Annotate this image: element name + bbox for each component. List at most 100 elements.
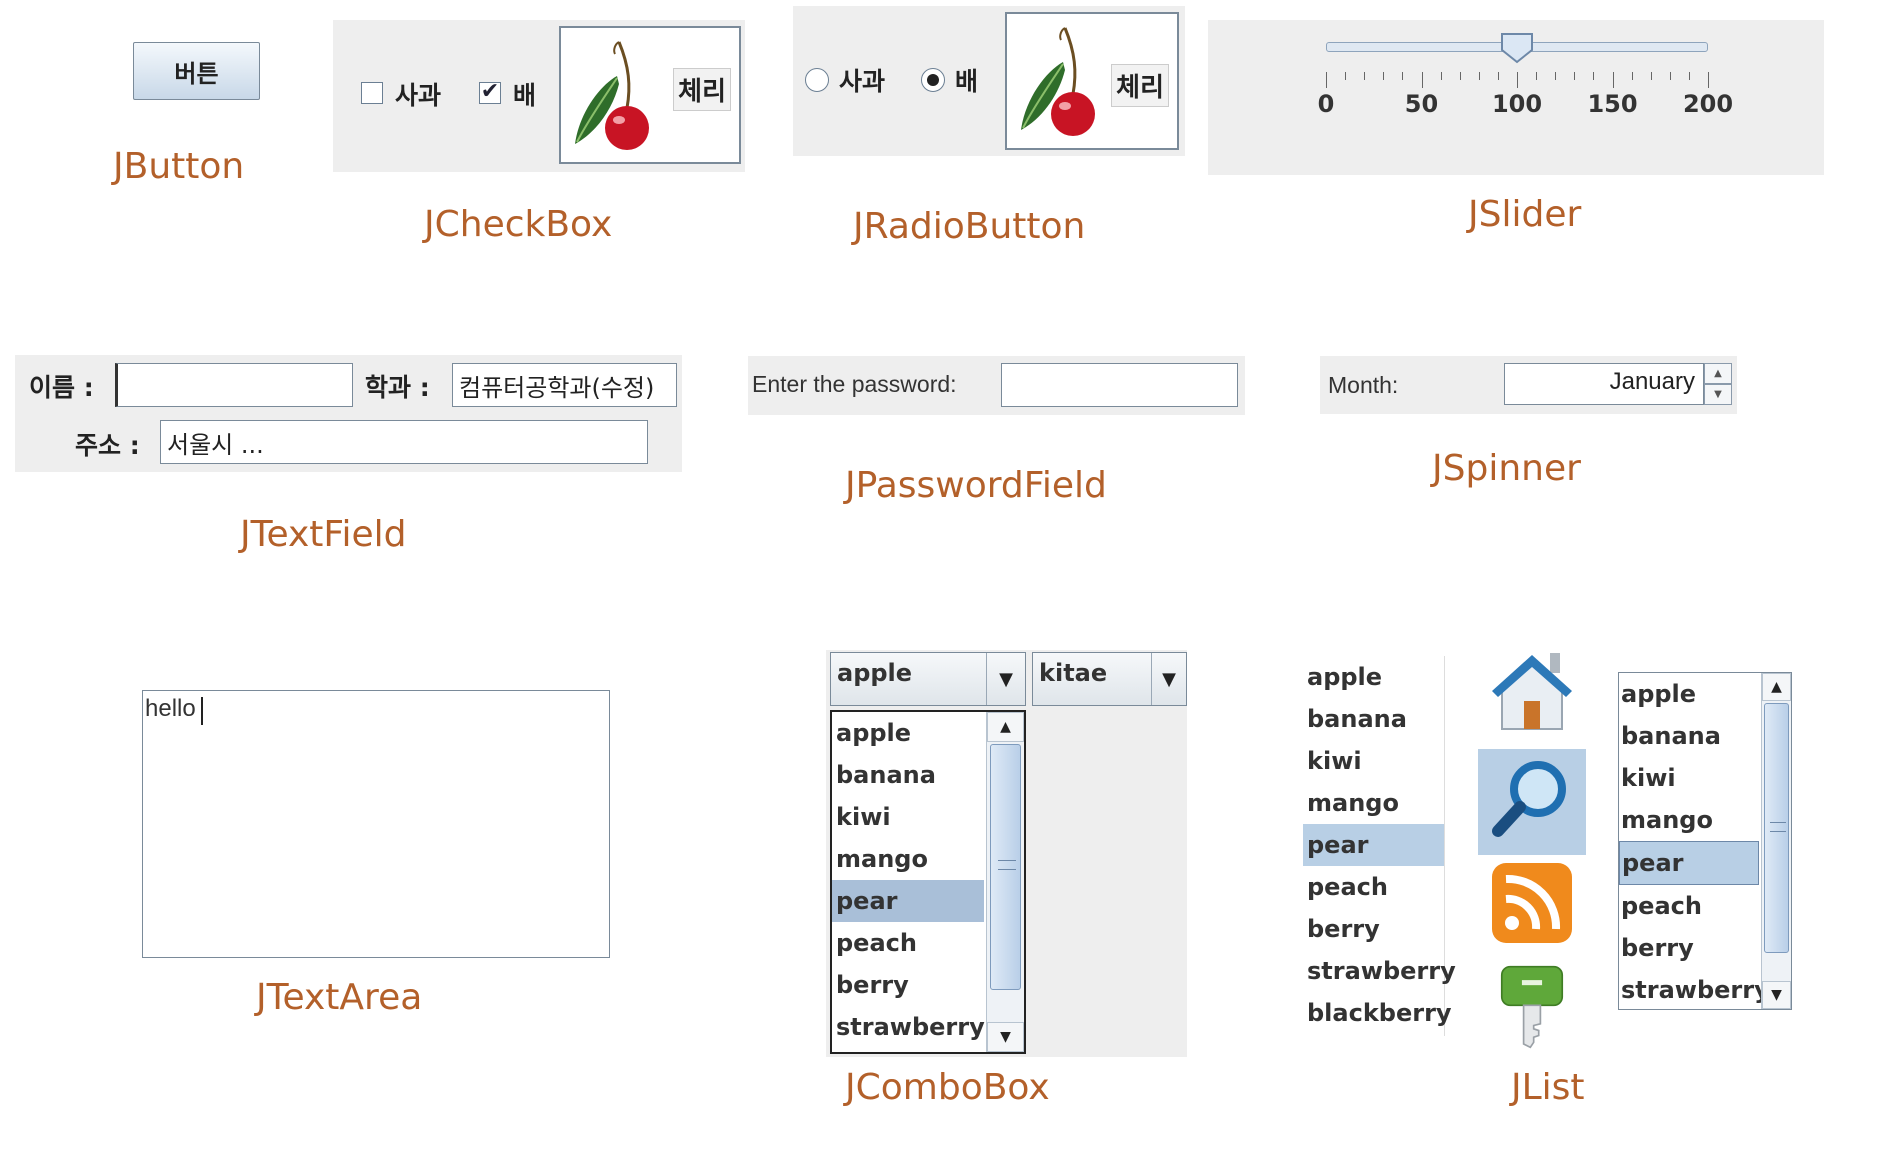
list-item[interactable]: mango bbox=[1303, 782, 1444, 824]
scroll-fruit-list[interactable]: apple banana kiwi mango pear peach berry strawb… bbox=[1618, 672, 1792, 1010]
caption-jcheckbox: JCheckBox bbox=[424, 204, 613, 245]
password-label: Enter the password: bbox=[752, 371, 957, 397]
arrow-down-icon: ▼ bbox=[1771, 987, 1782, 1003]
scroll-down-button[interactable]: ▼ bbox=[987, 1022, 1024, 1052]
slider-tick bbox=[1708, 72, 1709, 88]
list-item[interactable]: banana bbox=[832, 754, 984, 796]
list-item[interactable]: peach bbox=[1619, 885, 1759, 927]
text-area-content: hello bbox=[145, 695, 196, 722]
pear-checkbox[interactable]: ✔ bbox=[479, 81, 501, 104]
slider-tick bbox=[1345, 72, 1347, 80]
slider-tick bbox=[1555, 72, 1557, 80]
arrow-down-icon: ▼ bbox=[1714, 389, 1722, 400]
spinner-panel: Month: January ▲ ▼ bbox=[1320, 356, 1737, 414]
list-item[interactable]: kiwi bbox=[1619, 757, 1759, 799]
fruit-combobox[interactable]: apple ▼ bbox=[830, 652, 1026, 706]
apple-radio[interactable] bbox=[805, 68, 829, 92]
cherry-toggle-label: 체리 bbox=[1111, 64, 1169, 107]
combobox-dropdown-list[interactable]: apple banana kiwi mango pear peach berry strawb… bbox=[830, 710, 1026, 1054]
caption-jslider: JSlider bbox=[1468, 194, 1582, 235]
search-icon[interactable] bbox=[1490, 755, 1574, 839]
slider-tick-label: 150 bbox=[1587, 90, 1638, 118]
list-item[interactable]: apple bbox=[1619, 673, 1759, 715]
combobox-items: apple banana kiwi mango pear peach berry strawb… bbox=[832, 712, 985, 1048]
list-item[interactable]: mango bbox=[832, 838, 984, 880]
list-item[interactable]: berry bbox=[1303, 908, 1444, 950]
pear-radio[interactable] bbox=[921, 68, 945, 92]
spinner-down-button[interactable]: ▼ bbox=[1704, 384, 1732, 405]
caption-jspinner: JSpinner bbox=[1432, 448, 1581, 489]
list-item[interactable]: berry bbox=[832, 964, 984, 1006]
grip-icon bbox=[998, 860, 1016, 870]
slider-tick bbox=[1574, 72, 1576, 80]
text-caret bbox=[201, 697, 203, 725]
key-icon[interactable] bbox=[1490, 965, 1574, 1049]
scroll-thumb[interactable] bbox=[990, 744, 1021, 990]
cherry-icon bbox=[1021, 27, 1095, 136]
name-field[interactable] bbox=[115, 363, 353, 407]
home-icon[interactable] bbox=[1490, 649, 1574, 733]
month-spinner-field[interactable]: January bbox=[1504, 363, 1704, 405]
slider-tick bbox=[1517, 72, 1518, 88]
chevron-down-icon[interactable]: ▼ bbox=[1151, 653, 1186, 705]
cherry-toggle-radio[interactable]: 체리 bbox=[1005, 12, 1179, 150]
text-area[interactable]: hello bbox=[142, 690, 610, 958]
address-field[interactable]: 서울시 ... bbox=[160, 420, 648, 464]
list-item[interactable]: strawberry bbox=[1303, 950, 1456, 992]
apple-checkbox[interactable] bbox=[361, 82, 383, 104]
slider-tick bbox=[1478, 72, 1480, 80]
slider-tick-label: 50 bbox=[1404, 90, 1439, 118]
korean-button[interactable]: 버튼 bbox=[133, 42, 260, 100]
slider-tick bbox=[1459, 72, 1461, 80]
rss-icon[interactable] bbox=[1490, 861, 1574, 945]
fruit-list[interactable]: apple banana kiwi mango pear peach berry strawb… bbox=[1303, 656, 1456, 1036]
slider-tick bbox=[1612, 72, 1614, 88]
cherry-toggle-checkbox[interactable]: 체리 bbox=[559, 26, 741, 164]
cherry-icon bbox=[575, 41, 649, 150]
caption-jpasswordfield: JPasswordField bbox=[845, 465, 1107, 506]
spinner-up-button[interactable]: ▲ bbox=[1704, 363, 1732, 384]
list-item[interactable]: banana bbox=[1303, 698, 1444, 740]
arrow-up-icon: ▲ bbox=[1000, 719, 1011, 735]
password-panel: Enter the password: bbox=[748, 356, 1245, 415]
password-field[interactable] bbox=[1001, 363, 1238, 407]
slider-tick-label: 100 bbox=[1491, 90, 1543, 118]
list-item[interactable]: pear bbox=[1619, 841, 1759, 885]
scroll-up-button[interactable]: ▲ bbox=[987, 712, 1024, 742]
list-item[interactable]: peach bbox=[1303, 866, 1444, 908]
list-item[interactable]: mango bbox=[1619, 799, 1759, 841]
checkbox-panel: 사과 ✔ 배 체리 bbox=[333, 20, 745, 172]
list-item[interactable]: blackberry bbox=[1303, 992, 1452, 1034]
scroll-thumb[interactable] bbox=[1764, 703, 1789, 953]
grip-icon bbox=[1770, 822, 1786, 832]
list-item[interactable]: pear bbox=[1303, 824, 1444, 866]
list-item[interactable]: kiwi bbox=[1303, 740, 1444, 782]
slider-tick bbox=[1631, 72, 1633, 80]
caption-jtextarea: JTextArea bbox=[256, 977, 423, 1018]
caption-jlist: JList bbox=[1511, 1067, 1585, 1108]
list-item[interactable]: peach bbox=[832, 922, 984, 964]
caption-jradiobutton: JRadioButton bbox=[853, 206, 1086, 247]
scroll-down-button[interactable]: ▼ bbox=[1762, 981, 1791, 1009]
scroll-up-button[interactable]: ▲ bbox=[1762, 673, 1791, 701]
list-item[interactable]: strawberry bbox=[1619, 969, 1770, 1011]
caption-jbutton: JButton bbox=[113, 146, 245, 187]
list-item[interactable]: apple bbox=[1303, 656, 1444, 698]
chevron-down-icon[interactable]: ▼ bbox=[986, 653, 1025, 705]
icon-list[interactable] bbox=[1478, 643, 1586, 1061]
slider-tick bbox=[1440, 72, 1442, 80]
slider-panel: 0 50 100 150 200 bbox=[1208, 20, 1824, 175]
list-scrollbar[interactable]: ▲ ▼ bbox=[1761, 673, 1791, 1009]
list-item[interactable]: pear bbox=[832, 880, 984, 922]
list-item[interactable]: kiwi bbox=[832, 796, 984, 838]
combobox-scrollbar[interactable]: ▲ ▼ bbox=[986, 712, 1024, 1052]
fruit-combobox-value: apple bbox=[837, 659, 913, 687]
slider-tick-label: 0 bbox=[1317, 90, 1335, 118]
list-item[interactable]: berry bbox=[1619, 927, 1759, 969]
dept-field[interactable]: 컴퓨터공학과(수정) bbox=[452, 363, 677, 407]
list-item[interactable]: strawberry bbox=[832, 1006, 985, 1048]
name-combobox[interactable]: kitae ▼ bbox=[1032, 652, 1187, 706]
slider-thumb[interactable] bbox=[1500, 32, 1534, 64]
list-item[interactable]: banana bbox=[1619, 715, 1759, 757]
list-item[interactable]: apple bbox=[832, 712, 984, 754]
